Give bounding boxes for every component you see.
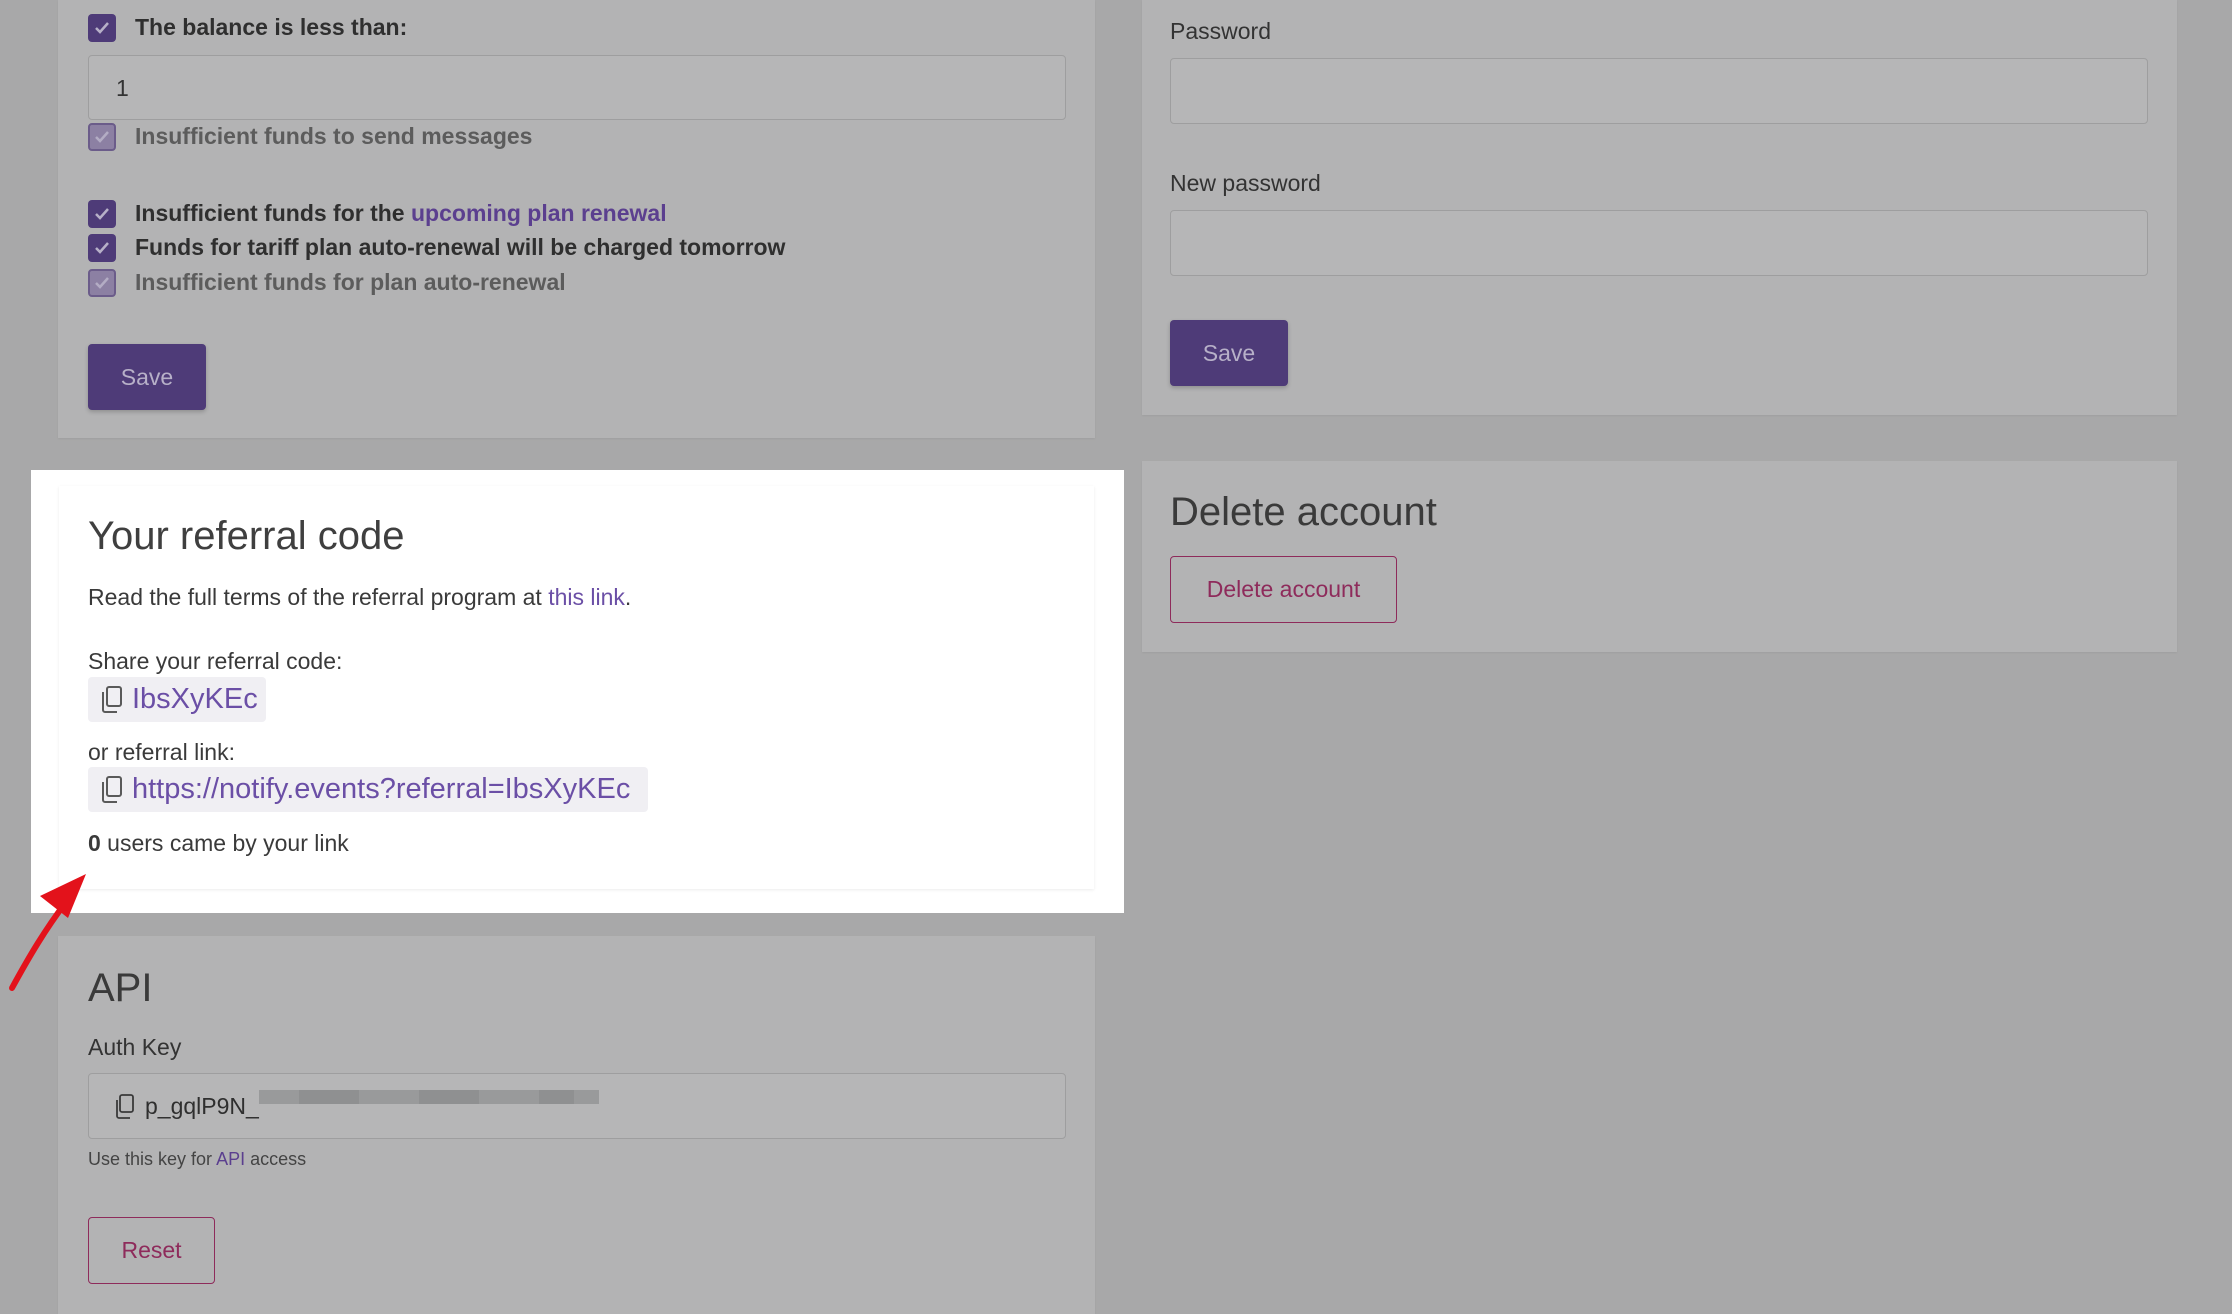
auth-key-field[interactable]: p_gqlP9N_ [88,1073,1066,1139]
reset-key-button[interactable]: Reset [88,1217,215,1284]
referral-code: IbsXyKEc [132,683,258,715]
balance-label: The balance is less than: [135,14,408,40]
redacted-key-part [359,1090,419,1104]
referral-code-chip[interactable]: IbsXyKEc [88,677,266,722]
check-icon [95,131,109,143]
insufficient-send-checkbox[interactable] [88,123,116,151]
insufficient-send-label: Insufficient funds to send messages [135,123,533,149]
api-note-suffix: access [245,1149,307,1169]
redacted-key-part [539,1090,574,1104]
password-input[interactable] [1170,58,2148,124]
annotation-arrow-icon [9,874,86,991]
referral-link-label: or referral link: [88,739,235,765]
renewal-checkbox[interactable] [88,200,116,228]
auth-key-value: p_gqlP9N_ [145,1093,259,1119]
check-icon [95,277,109,289]
password-label: Password [1170,18,1271,44]
api-docs-link[interactable]: API [216,1149,245,1169]
delete-account-title: Delete account [1170,490,1437,534]
new-password-label: New password [1170,170,1321,196]
insufficient-auto-checkbox[interactable] [88,269,116,297]
referral-terms-text: Read the full terms of the referral prog… [88,584,549,610]
api-note-text: Use this key for [88,1149,217,1169]
notifications-save-button[interactable]: Save [88,344,206,410]
referral-terms-link[interactable]: this link [548,584,625,610]
renewal-link[interactable]: upcoming plan renewal [411,200,667,226]
api-note: Use this key for API access [88,1149,306,1170]
redacted-key-part [479,1090,539,1104]
balance-checkbox[interactable] [88,14,116,42]
renewal-label: Insufficient funds for the upcoming plan… [135,200,667,227]
delete-account-button[interactable]: Delete account [1170,556,1397,623]
referral-link: https://notify.events?referral=IbsXyKEc [132,773,631,805]
auth-key-label: Auth Key [88,1034,182,1060]
referral-link-chip[interactable]: https://notify.events?referral=IbsXyKEc [88,767,648,812]
redacted-key-part [299,1090,359,1104]
balance-input[interactable]: 1 [88,55,1066,120]
password-save-button[interactable]: Save [1170,320,1288,386]
users-count-text: users came by your link [100,830,349,856]
redacted-key-part [259,1090,299,1104]
copy-icon[interactable] [113,1094,135,1120]
copy-icon[interactable] [98,685,124,715]
redacted-key-part [419,1090,479,1104]
referral-users-count: 0 users came by your link [88,830,349,857]
referral-terms: Read the full terms of the referral prog… [88,584,631,611]
share-code-label: Share your referral code: [88,648,343,674]
check-icon [95,22,109,34]
charged-tomorrow-label: Funds for tariff plan auto-renewal will … [135,234,786,260]
redacted-key-part [574,1090,599,1104]
users-count-value: 0 [88,830,101,856]
insufficient-auto-label: Insufficient funds for plan auto-renewal [135,269,566,295]
copy-icon[interactable] [98,775,124,805]
balance-input-value: 1 [116,75,129,101]
new-password-input[interactable] [1170,210,2148,276]
check-icon [95,242,109,254]
check-icon [95,208,109,220]
referral-title: Your referral code [88,514,405,558]
renewal-label-text: Insufficient funds for the [135,200,411,226]
charged-tomorrow-checkbox[interactable] [88,234,116,262]
referral-terms-suffix: . [624,584,632,610]
